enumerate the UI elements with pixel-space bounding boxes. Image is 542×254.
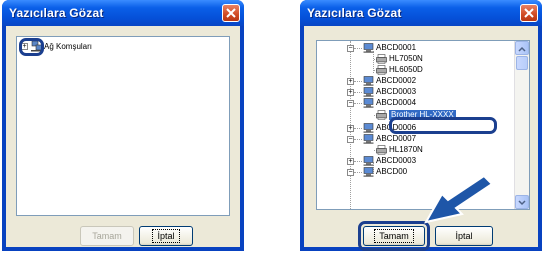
tree-line <box>354 103 362 104</box>
title-bar[interactable]: Yazıcılara Gözat <box>2 0 244 26</box>
computer-icon <box>363 76 374 86</box>
tree-line <box>354 161 362 162</box>
close-icon <box>524 8 534 18</box>
browse-printers-dialog-2: Yazıcılara Gözat − ABCD0001 HL7050N HL6050D… <box>300 0 542 251</box>
tree-line <box>354 81 362 82</box>
computer-icon <box>363 123 374 133</box>
cancel-button[interactable]: İptal <box>435 226 493 246</box>
expand-icon[interactable]: + <box>347 78 354 85</box>
window-title: Yazıcılara Gözat <box>9 6 104 20</box>
tree-computer-label[interactable]: ABCD0002 <box>376 76 416 86</box>
tree-line <box>354 48 362 49</box>
scroll-up-icon <box>518 46 526 52</box>
cancel-button[interactable]: İptal <box>139 226 193 246</box>
tree-line <box>354 139 362 140</box>
close-button[interactable] <box>222 4 240 22</box>
title-bar[interactable]: Yazıcılara Gözat <box>300 0 542 26</box>
printer-icon <box>376 54 387 64</box>
tree-computer-label[interactable]: ABCD0007 <box>376 134 416 144</box>
browse-printers-dialog-1: Yazıcılara Gözat + Ağ Komşuları Tamam İp… <box>2 0 244 251</box>
scroll-thumb[interactable] <box>516 56 528 70</box>
tree-computer-label[interactable]: ABCD00 <box>376 167 407 177</box>
selected-printer-highlight <box>389 117 497 134</box>
printer-icon <box>376 145 387 155</box>
expand-icon[interactable]: + <box>347 158 354 165</box>
tree-computer-label[interactable]: ABCD0001 <box>376 43 416 53</box>
tree-computer-label[interactable]: ABCD0003 <box>376 156 416 166</box>
collapse-icon[interactable]: − <box>347 45 354 52</box>
printer-icon <box>376 110 387 120</box>
collapse-icon[interactable]: − <box>347 169 354 176</box>
ok-button-highlight <box>358 221 430 251</box>
expand-icon[interactable]: + <box>347 125 354 132</box>
vertical-scrollbar[interactable] <box>514 41 529 209</box>
printer-tree[interactable]: + Ağ Komşuları <box>16 36 230 216</box>
computer-icon <box>363 167 374 177</box>
tree-printer-label[interactable]: HL7050N <box>389 54 423 64</box>
close-button[interactable] <box>520 4 538 22</box>
window-title: Yazıcılara Gözat <box>307 6 402 20</box>
ok-button[interactable]: Tamam <box>80 226 134 246</box>
computer-icon <box>363 87 374 97</box>
tree-line <box>354 128 362 129</box>
tree-root-label[interactable]: Ağ Komşuları <box>44 42 92 52</box>
root-node-highlight <box>19 38 44 56</box>
tree-line <box>354 172 362 173</box>
collapse-icon[interactable]: − <box>347 136 354 143</box>
collapse-icon[interactable]: − <box>347 100 354 107</box>
arrow-pointer-icon <box>424 174 494 224</box>
tree-computer-label[interactable]: ABCD0004 <box>376 98 416 108</box>
scroll-down-button[interactable] <box>515 195 529 209</box>
computer-icon <box>363 43 374 53</box>
scroll-down-icon <box>518 200 526 206</box>
dialog-body: − ABCD0001 HL7050N HL6050D + ABCD0002 + ABCD000… <box>304 26 538 251</box>
expand-icon[interactable]: + <box>347 89 354 96</box>
dialog-body: + Ağ Komşuları Tamam İptal <box>6 26 240 247</box>
computer-icon <box>363 98 374 108</box>
computer-icon <box>363 134 374 144</box>
printer-icon <box>376 65 387 75</box>
tree-computer-label[interactable]: ABCD0003 <box>376 87 416 97</box>
tree-line <box>354 92 362 93</box>
scroll-up-button[interactable] <box>515 41 529 55</box>
tree-printer-label[interactable]: HL6050D <box>389 65 423 75</box>
tree-printer-label[interactable]: HL1870N <box>389 145 423 155</box>
cancel-label: İptal <box>152 229 180 243</box>
computer-icon <box>363 156 374 166</box>
close-icon <box>226 8 236 18</box>
